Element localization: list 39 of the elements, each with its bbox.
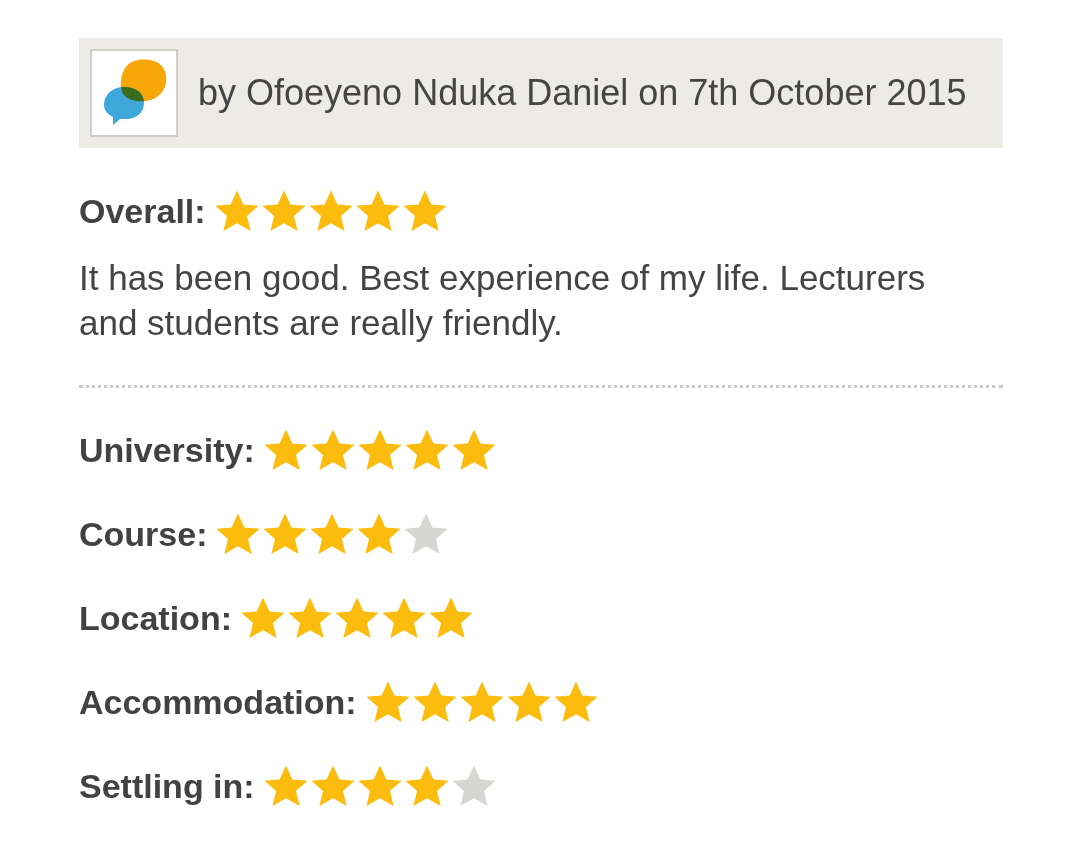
star-icon (308, 190, 353, 232)
star-icon (241, 597, 285, 639)
star-icon (404, 513, 449, 555)
speech-bubbles-icon (90, 49, 178, 137)
star-icon (429, 597, 473, 639)
rating-label: Accommodation: (79, 682, 357, 722)
star-icon (404, 429, 449, 471)
star-icon (506, 681, 551, 723)
star-icon (263, 429, 308, 471)
star-icon (382, 597, 426, 639)
star-icon (451, 765, 496, 807)
star-icon (357, 765, 402, 807)
star-icon (365, 681, 410, 723)
star-icon (310, 513, 355, 555)
star-icon (402, 190, 447, 232)
star-icon (451, 429, 496, 471)
star-icon (553, 681, 598, 723)
rating-label: University: (79, 430, 255, 470)
rating-label: Overall: (79, 191, 206, 231)
rating-label: Course: (79, 514, 208, 554)
star-icon (404, 765, 449, 807)
star-icon (214, 190, 259, 232)
rating-label: Location: (79, 598, 232, 638)
star-icon (459, 681, 504, 723)
star-icon (263, 765, 308, 807)
star-icon (310, 765, 355, 807)
star-icon (357, 429, 402, 471)
review-comment: It has been good. Best experience of my life. Lecturers and students are really friendly. (79, 257, 927, 344)
star-icon (335, 597, 379, 639)
rating-label: Settling in: (79, 766, 255, 806)
review-author-date: by Ofoeyeno Nduka Daniel on 7th October 2015 (198, 72, 967, 114)
star-icon (263, 513, 308, 555)
star-icon (261, 190, 306, 232)
star-icon (216, 513, 261, 555)
star-icon (357, 513, 402, 555)
star-icon (412, 681, 457, 723)
star-icon (310, 429, 355, 471)
star-icon (288, 597, 332, 639)
star-icon (355, 190, 400, 232)
